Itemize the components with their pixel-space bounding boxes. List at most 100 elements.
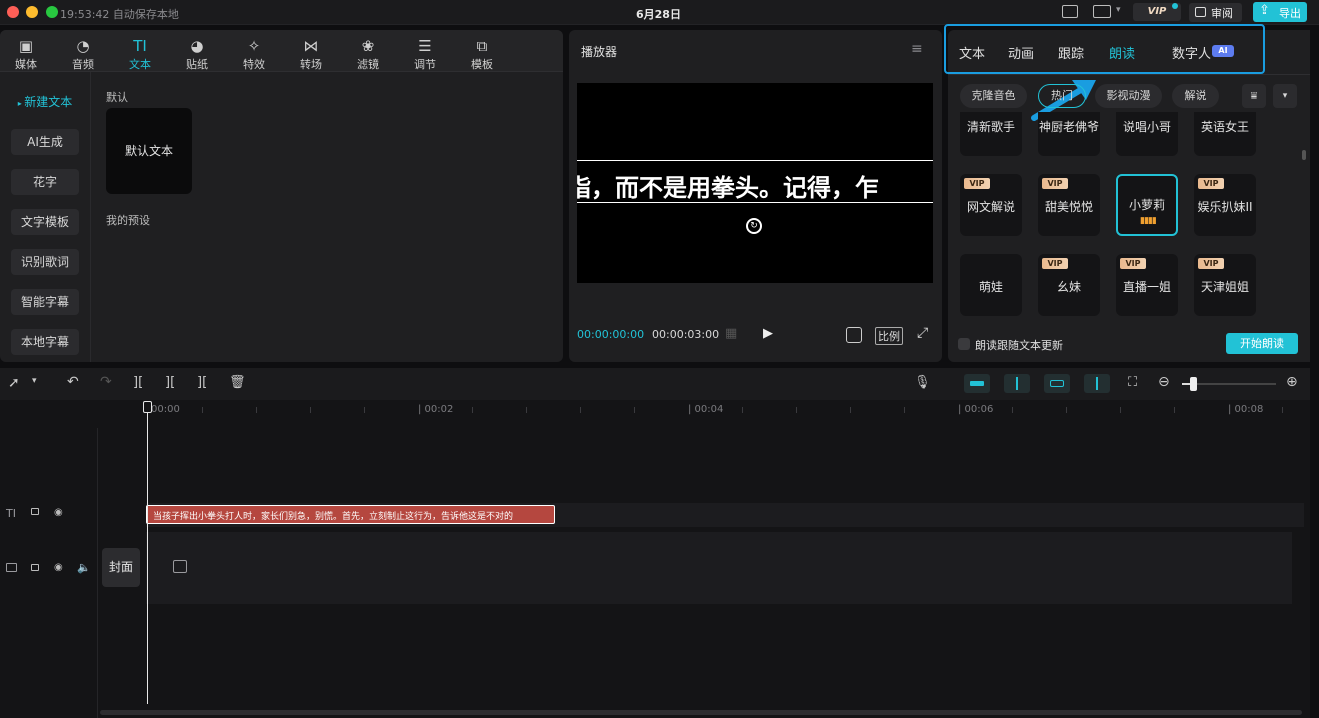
- voice-grid-scrollbar[interactable]: [1302, 150, 1306, 160]
- sidebar-item-ai-generate[interactable]: AI生成: [11, 129, 79, 155]
- chip-hot[interactable]: 热门: [1038, 84, 1086, 108]
- ruler-tick: [364, 407, 365, 413]
- play-icon[interactable]: ▶: [763, 326, 773, 341]
- tab-digital-human[interactable]: 数字人: [1172, 43, 1211, 62]
- category-transition[interactable]: ⋈ 转场: [284, 36, 338, 72]
- split-icon[interactable]: ][: [133, 375, 143, 390]
- redo-icon[interactable]: ↷: [100, 374, 112, 390]
- sidebar-item-recognize-lyrics[interactable]: 识别歌词: [11, 249, 79, 275]
- category-adjust[interactable]: ☰ 调节: [398, 36, 452, 72]
- preview-axis-icon[interactable]: [1084, 374, 1110, 393]
- zoom-slider-handle[interactable]: [1190, 377, 1197, 391]
- review-button[interactable]: 审阅: [1189, 3, 1242, 22]
- timeline-scrollbar[interactable]: [100, 710, 1302, 715]
- delete-right-icon[interactable]: ][: [197, 375, 207, 390]
- sidebar-item-text-template[interactable]: 文字模板: [11, 209, 79, 235]
- voice-card-zhibo[interactable]: VIP 直播一姐: [1116, 254, 1178, 316]
- player-menu-icon[interactable]: ≡: [911, 41, 923, 57]
- category-media[interactable]: ▣ 媒体: [0, 36, 53, 72]
- category-audio[interactable]: ◔ 音频: [56, 36, 110, 72]
- category-effects[interactable]: ✧ 特效: [227, 36, 281, 72]
- linkage-icon[interactable]: [1044, 374, 1070, 393]
- mute-audio-icon[interactable]: 🔈: [77, 561, 91, 574]
- category-filter[interactable]: ❀ 滤镜: [341, 36, 395, 72]
- voice-card-xiaoluoli[interactable]: 小萝莉 ▮▮▮▮: [1116, 174, 1178, 236]
- tab-tracking[interactable]: 跟踪: [1058, 43, 1084, 62]
- category-template[interactable]: ⧉ 模板: [455, 36, 509, 72]
- lock-icon[interactable]: [31, 508, 39, 515]
- film-strip-icon[interactable]: [173, 560, 187, 573]
- tab-animation[interactable]: 动画: [1008, 43, 1034, 62]
- voice-card-tianjin[interactable]: VIP 天津姐姐: [1194, 254, 1256, 316]
- voice-card-mengwa[interactable]: 萌娃: [960, 254, 1022, 316]
- category-sticker[interactable]: ◕ 贴纸: [170, 36, 224, 72]
- auto-snap-icon[interactable]: [1004, 374, 1030, 393]
- sidebar-item-smart-captions[interactable]: 智能字幕: [11, 289, 79, 315]
- ruler-label: | 00:04: [688, 404, 724, 415]
- current-time: 00:00:00:00: [577, 328, 645, 341]
- chip-clone-voice[interactable]: 克隆音色: [960, 84, 1027, 108]
- voice-card-yingyu[interactable]: 英语女王: [1194, 112, 1256, 156]
- select-dropdown-icon[interactable]: ▾: [32, 376, 37, 386]
- ruler-tick: [256, 407, 257, 413]
- adjust-icon: ☰: [418, 37, 432, 55]
- layout-dropdown-icon[interactable]: ▾: [1116, 5, 1121, 15]
- zoom-out-icon[interactable]: ⊖: [1158, 374, 1170, 390]
- lock-icon[interactable]: [31, 564, 39, 571]
- ruler-tick: [742, 407, 743, 413]
- undo-icon[interactable]: ↶: [67, 374, 79, 390]
- timeline-grid-icon[interactable]: ▦: [725, 326, 737, 341]
- tab-text[interactable]: 文本: [959, 43, 985, 62]
- default-section-label: 默认: [106, 91, 128, 104]
- chip-film-anime[interactable]: 影视动漫: [1095, 84, 1162, 108]
- project-title: 6月28日: [636, 8, 681, 21]
- follow-text-checkbox[interactable]: [958, 338, 970, 350]
- sidebar-item-fancy-text[interactable]: 花字: [11, 169, 79, 195]
- select-tool-icon[interactable]: ➚: [8, 375, 20, 391]
- effects-icon: ✧: [247, 37, 261, 55]
- voice-card-yule[interactable]: VIP 娱乐扒妹II: [1194, 174, 1256, 236]
- maximize-window-button[interactable]: [46, 6, 58, 18]
- fullscreen-icon[interactable]: ⤢: [917, 325, 928, 341]
- cover-button[interactable]: 封面: [102, 548, 140, 587]
- follow-text-label: 朗读跟随文本更新: [975, 339, 1063, 352]
- start-reading-button[interactable]: 开始朗读: [1226, 333, 1298, 354]
- filter-icon[interactable]: ⩸: [1242, 84, 1266, 108]
- voice-card-shuochang[interactable]: 说唱小哥: [1116, 112, 1178, 156]
- tab-read-aloud[interactable]: 朗读: [1109, 43, 1135, 62]
- sidebar-item-new-text[interactable]: ▸ 新建文本: [11, 89, 79, 115]
- default-text-card[interactable]: 默认文本: [106, 108, 192, 194]
- category-text[interactable]: TI 文本: [113, 36, 167, 72]
- minimize-window-button[interactable]: [26, 6, 38, 18]
- close-window-button[interactable]: [7, 6, 19, 18]
- text-clip[interactable]: 当孩子挥出小拳头打人时，家长们别急，别慌。首先，立刻制止这行为，告诉他这是不对的: [146, 505, 555, 524]
- timeline-screenshot-icon[interactable]: ⛶: [1128, 375, 1137, 390]
- voice-card-tianmei[interactable]: VIP 甜美悦悦: [1038, 174, 1100, 236]
- shortcut-keyboard-icon[interactable]: [1062, 5, 1078, 18]
- sidebar-item-local-captions[interactable]: 本地字幕: [11, 329, 79, 355]
- vip-badge: VIP: [1042, 258, 1068, 269]
- voice-card-yaomei[interactable]: VIP 幺妹: [1038, 254, 1100, 316]
- layout-icon[interactable]: [1093, 5, 1111, 18]
- chip-commentary[interactable]: 解说: [1172, 84, 1219, 108]
- delete-left-icon[interactable]: ][: [165, 375, 175, 390]
- eye-icon[interactable]: ◉: [54, 562, 63, 573]
- trash-icon[interactable]: 🗑: [229, 375, 246, 390]
- screenshot-icon[interactable]: [846, 327, 862, 343]
- playhead-handle[interactable]: [143, 401, 152, 413]
- voice-card-wangwen[interactable]: VIP 网文解说: [960, 174, 1022, 236]
- voice-card-qingxin[interactable]: 清新歌手: [960, 112, 1022, 156]
- playhead[interactable]: [147, 412, 148, 704]
- video-preview[interactable]: 指，而不是用拳头。记得，乍 ↻: [577, 83, 933, 283]
- zoom-in-icon[interactable]: ⊕: [1286, 374, 1298, 390]
- main-track-magnet-icon[interactable]: [964, 374, 990, 393]
- ratio-button[interactable]: 比例: [875, 327, 903, 345]
- review-icon: [1195, 7, 1206, 17]
- export-button[interactable]: ⇪ 导出: [1253, 2, 1307, 22]
- voice-card-shenchu[interactable]: 神厨老佛爷: [1038, 112, 1100, 156]
- inspector-divider: [948, 74, 1310, 75]
- eye-icon[interactable]: ◉: [54, 507, 63, 518]
- record-mic-icon[interactable]: 🎙: [914, 375, 931, 390]
- dropdown-icon[interactable]: ▾: [1273, 84, 1297, 108]
- rotate-handle-icon[interactable]: ↻: [746, 218, 762, 234]
